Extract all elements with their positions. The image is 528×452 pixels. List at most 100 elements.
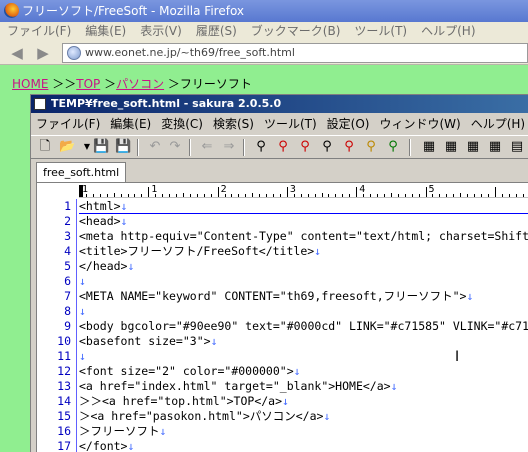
editor-menu-item[interactable]: ウィンドウ(W) [374,114,465,134]
arrow-left-icon[interactable]: ◀ [8,44,26,62]
ruler-tick [141,194,143,197]
undo-icon[interactable]: ↶ [147,139,163,155]
jump-back-icon[interactable]: ⇐ [199,139,215,155]
newline-mark: ↓ [293,364,301,378]
code-line-text: ＞フリーソフト [79,424,160,438]
line-number: 6 [64,274,71,288]
code-line-text: <font size="2" color="#000000"> [79,364,294,378]
breadcrumb-separator: ＞ [100,77,117,91]
grep-icon[interactable]: ⚲ [363,139,379,155]
code-line[interactable]: <title>フリーソフト/FreeSoft</title>↓ [79,244,528,259]
ruler-number: 3 [289,184,296,195]
line-number: 14 [57,394,71,408]
ruler-tick [480,194,482,197]
search-up-icon[interactable]: ⚲ [297,139,313,155]
clear-mark-icon[interactable]: ⚲ [341,139,357,155]
browser-menu-item[interactable]: ファイル(F) [0,22,78,41]
code-line-text: <META NAME="keyword" CONTENT="th69,frees… [79,289,467,303]
browser-menu-item[interactable]: ヘルプ(H) [414,22,482,41]
breadcrumb-separator: ＞＞ [48,77,77,91]
ruler-tick [439,194,441,197]
code-line[interactable]: <font size="2" color="#000000">↓ [79,364,528,379]
save-all-icon[interactable]: 💾 [115,139,131,155]
save-icon[interactable]: 💾 [93,139,109,155]
code-line[interactable]: ↓ [79,274,528,289]
code-line[interactable]: <a href="index.html" target="_blank">HOM… [79,379,528,394]
browser-menu-item[interactable]: ツール(T) [347,22,414,41]
arrow-right-icon[interactable]: ▶ [34,44,52,62]
sakura-app-icon [34,98,46,110]
editor-menu-item[interactable]: ヘルプ(H) [466,114,528,134]
breadcrumb-top-link[interactable]: TOP [76,77,100,91]
ruler-tick [92,194,94,197]
search-binoculars-icon[interactable]: ⚲ [253,139,269,155]
code-line-text: <a href="index.html" target="_blank">HOM… [79,379,391,393]
line-number: 4 [64,244,71,258]
line-number-gutter: 123456789101112131415161718 [37,199,77,452]
ruler-tick [342,194,344,197]
editor-menu-item[interactable]: 編集(E) [105,114,156,134]
code-line[interactable]: ＞<a href="pasokon.html">パソコン</a>↓ [79,409,528,424]
code-line[interactable]: <html>↓ [79,199,528,214]
ruler-tick [314,194,316,197]
font-settings-icon[interactable]: ▦ [465,139,481,155]
editor-menu-item[interactable]: 変換(C) [156,114,208,134]
breadcrumb-home-link[interactable]: HOME [12,77,48,91]
editor-menu-item[interactable]: ファイル(F) [31,114,105,134]
browser-menu-item[interactable]: ブックマーク(B) [244,22,348,41]
code-line[interactable]: </head>↓ [79,259,528,274]
code-line[interactable]: <META NAME="keyword" CONTENT="th69,frees… [79,289,528,304]
ruler-tick [321,193,323,197]
ruler-tick [328,194,330,197]
browser-menu-item[interactable]: 表示(V) [133,22,189,41]
outline-icon[interactable]: ▦ [443,139,459,155]
code-line[interactable]: <body bgcolor="#90ee90" text="#0000cd" L… [79,319,528,334]
breadcrumb-pasokon-link[interactable]: パソコン [116,77,164,91]
code-line[interactable]: <basefont size="3">↓ [79,334,528,349]
editor-menu-item[interactable]: 設定(O) [322,114,375,134]
new-file-icon[interactable]: 🗋 [37,139,53,155]
code-line[interactable]: ＞＞<a href="top.html">TOP</a>↓ [79,394,528,409]
jump-forward-icon[interactable]: ⇒ [221,139,237,155]
line-number: 3 [64,229,71,243]
ruler-tick [113,193,115,197]
code-line[interactable]: <head>↓ [79,214,528,229]
redo-icon[interactable]: ↷ [167,139,183,155]
line-number: 1 [64,199,71,213]
ruler-tick [99,194,101,197]
type-settings-icon[interactable]: ▦ [487,139,503,155]
ruler-tick [397,194,399,197]
ruler-tick [460,193,462,197]
replace-icon[interactable]: ⚲ [319,139,335,155]
ruler-tick [162,194,164,197]
line-number: 17 [57,439,71,452]
editor-title-bar[interactable]: TEMP¥free_soft.html - sakura 2.0.5.0 [31,95,528,113]
code-line[interactable]: ↓ [79,304,528,319]
common-settings-icon[interactable]: ▤ [509,139,525,155]
compare-icon[interactable]: ▦ [421,139,437,155]
browser-menu-item[interactable]: 履歴(S) [189,22,244,41]
url-input[interactable]: www.eonet.ne.jp/~th69/free_soft.html [62,43,528,63]
tag-jump-icon[interactable]: ⚲ [385,139,401,155]
search-down-icon[interactable]: ⚲ [275,139,291,155]
newline-mark: ↓ [79,274,86,288]
editor-menu-item[interactable]: ツール(T) [259,114,322,134]
ruler-tick [501,194,503,197]
line-number: 10 [57,334,71,348]
editor-text-area[interactable]: 112345 123456789101112131415161718 <html… [36,182,528,452]
browser-menu-item[interactable]: 編集(E) [78,22,133,41]
editor-menu-item[interactable]: 検索(S) [208,114,259,134]
ruler-tick [245,194,247,197]
code-line[interactable]: </font>↓ [79,439,528,452]
tab-free-soft-html[interactable]: free_soft.html [36,162,127,182]
ruler-tick [376,194,378,197]
code-lines[interactable]: <html>↓ <head>↓ <meta http-equiv="Content-… [79,199,528,452]
ruler-tick [335,194,337,197]
open-folder-icon[interactable]: 📂 [59,139,75,155]
code-line-text: ＞<a href="pasokon.html">パソコン</a> [79,409,324,423]
newline-mark: ↓ [127,259,135,273]
newline-mark: ↓ [282,394,289,408]
code-line[interactable]: ＞フリーソフト↓ [79,424,528,439]
code-line[interactable]: <meta http-equiv="Content-Type" content=… [79,229,528,244]
newline-mark: ↓ [159,424,167,438]
